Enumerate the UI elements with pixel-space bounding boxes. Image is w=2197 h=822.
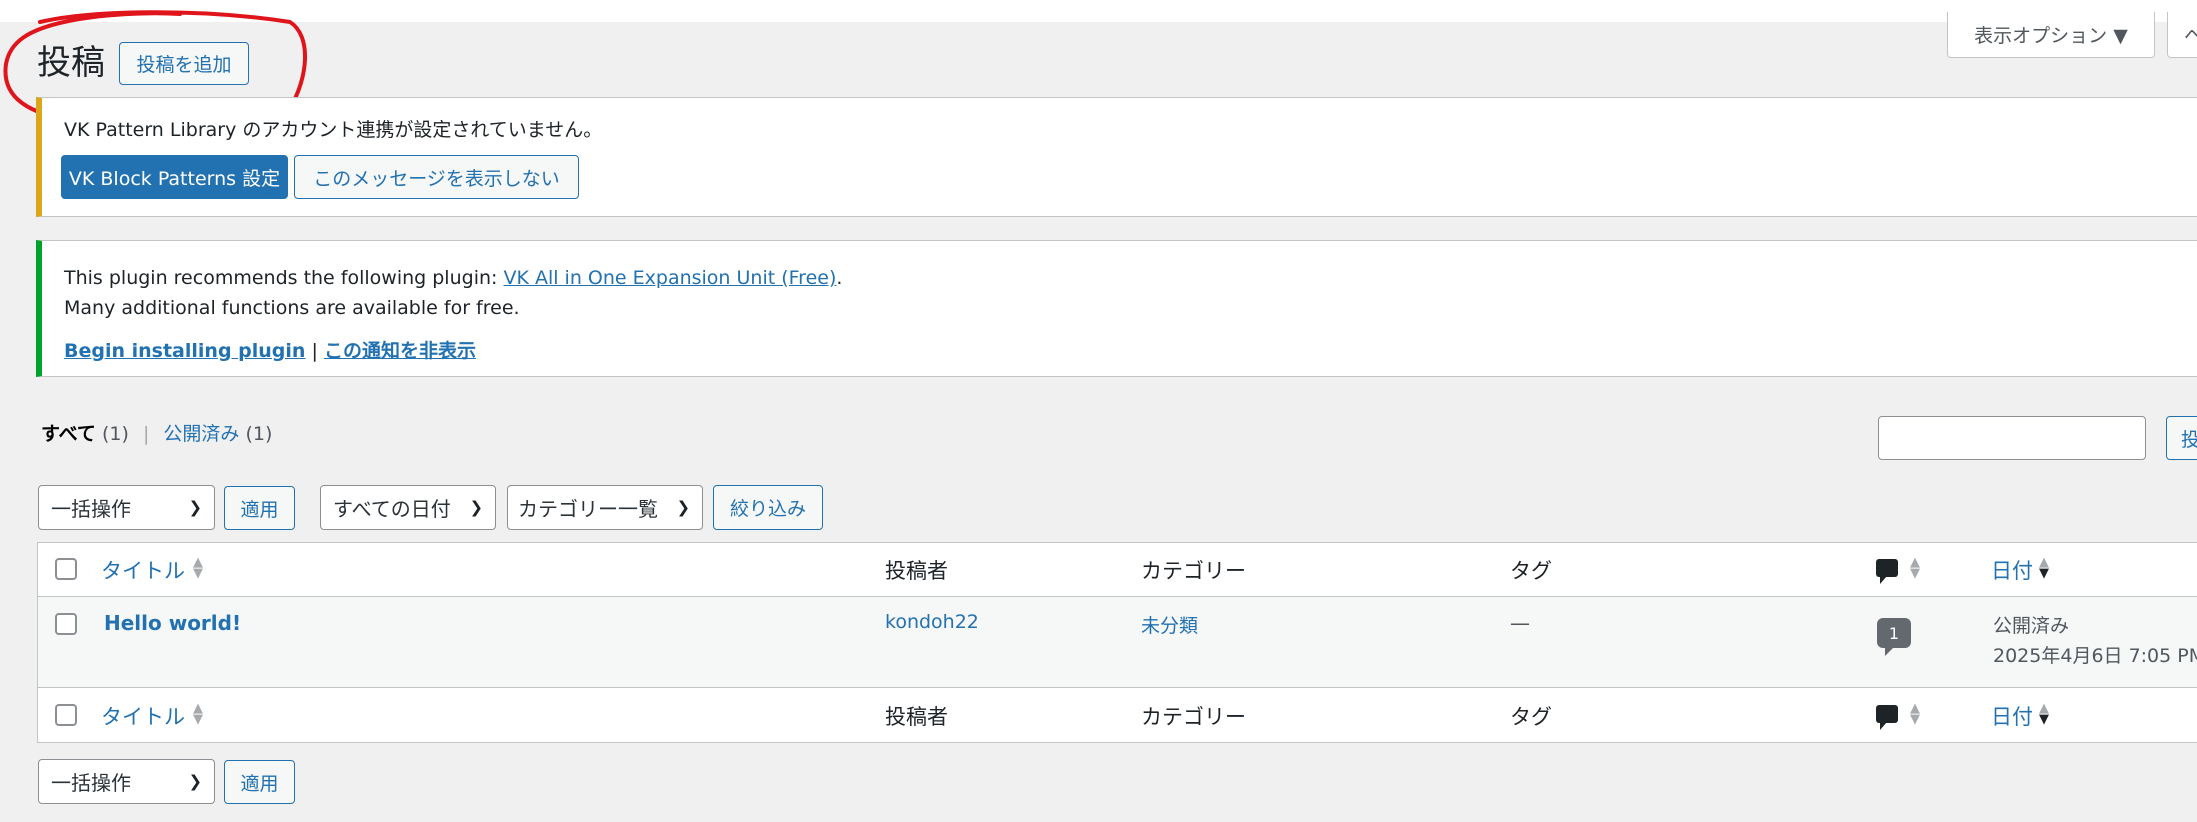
post-title-link[interactable]: Hello world!: [104, 611, 241, 635]
help-button[interactable]: ヘ: [2167, 12, 2197, 58]
chevron-down-icon: ❯: [469, 497, 483, 517]
hide-notice-link[interactable]: この通知を非表示: [324, 340, 476, 362]
chevron-down-icon: ❯: [676, 497, 690, 517]
column-categories-footer: カテゴリー: [1141, 705, 1246, 729]
begin-installing-plugin-link[interactable]: Begin installing plugin: [64, 340, 305, 362]
search-input[interactable]: [1878, 416, 2146, 460]
notice-actions: Begin installing plugin | この通知を非表示: [64, 336, 476, 363]
screen-options-button[interactable]: 表示オプション ▼: [1947, 12, 2155, 58]
view-published-count: (1): [245, 423, 273, 445]
view-all-link[interactable]: すべて: [41, 423, 96, 445]
top-bar: [0, 0, 2197, 22]
select-all-checkbox[interactable]: [55, 558, 77, 580]
sort-icon: ▲ ▼: [2039, 701, 2049, 727]
column-author-footer: 投稿者: [885, 705, 948, 729]
row-checkbox[interactable]: [55, 613, 77, 635]
search-submit-button[interactable]: 投: [2166, 416, 2197, 460]
dismiss-message-button[interactable]: このメッセージを表示しない: [294, 155, 579, 199]
bulk-action-value: 一括操作: [51, 497, 131, 521]
date-filter-value: すべての日付: [333, 497, 451, 521]
plugin-recommendation-notice: This plugin recommends the following plu…: [36, 240, 2197, 377]
comment-icon[interactable]: [1876, 705, 1898, 730]
category-filter-value: カテゴリー一覧: [518, 497, 658, 521]
plugin-link[interactable]: VK All in One Expansion Unit (Free): [503, 267, 836, 289]
notice-line-2: Many additional functions are available …: [64, 297, 520, 319]
sort-icon: ▲ ▼: [193, 701, 203, 727]
apply-bulk-action-button[interactable]: 適用: [224, 486, 295, 530]
bulk-action-select[interactable]: 一括操作 ❯: [38, 485, 215, 530]
pattern-library-notice: VK Pattern Library のアカウント連携が設定されていません。 V…: [36, 97, 2197, 217]
view-all-count: (1): [101, 423, 129, 445]
view-published-link[interactable]: 公開済み: [163, 423, 239, 445]
sort-icon: ▲ ▼: [1910, 701, 1920, 727]
column-date-sort[interactable]: 日付: [1991, 555, 2033, 585]
column-title-sort-footer[interactable]: タイトル: [101, 701, 185, 731]
header-divider: [37, 596, 2197, 597]
select-all-checkbox-footer[interactable]: [55, 704, 77, 726]
table-row: [38, 597, 2197, 687]
post-category-link[interactable]: 未分類: [1141, 611, 1198, 638]
filter-button[interactable]: 絞り込み: [713, 485, 823, 530]
date-filter-select[interactable]: すべての日付 ❯: [320, 485, 496, 530]
apply-bulk-action-button-bottom[interactable]: 適用: [224, 760, 295, 804]
notice-action-separator: |: [311, 340, 318, 362]
chevron-down-icon: ❯: [188, 497, 202, 517]
chevron-down-icon: ❯: [188, 771, 202, 791]
notice-line-1: This plugin recommends the following plu…: [64, 267, 842, 289]
sort-icon: ▲ ▼: [193, 555, 203, 581]
column-author: 投稿者: [885, 559, 948, 583]
notice-line-1-suffix: .: [836, 267, 843, 289]
column-categories: カテゴリー: [1141, 559, 1246, 583]
column-title-sort[interactable]: タイトル: [101, 555, 185, 585]
post-status: 公開済み: [1993, 615, 2070, 637]
vk-block-patterns-settings-button[interactable]: VK Block Patterns 設定: [61, 155, 288, 199]
bulk-action-select-bottom[interactable]: 一括操作 ❯: [38, 759, 215, 804]
column-date-sort-footer[interactable]: 日付: [1991, 701, 2033, 731]
category-filter-select[interactable]: カテゴリー一覧 ❯: [507, 485, 703, 530]
post-author-link[interactable]: kondoh22: [885, 611, 979, 633]
sort-icon: ▲ ▼: [2039, 555, 2049, 581]
views-separator: |: [142, 423, 150, 445]
footer-divider: [37, 687, 2197, 688]
bulk-action-value-bottom: 一括操作: [51, 771, 131, 795]
post-tags: —: [1510, 611, 1530, 635]
column-tags: タグ: [1510, 559, 1552, 583]
comment-count-badge[interactable]: 1: [1877, 618, 1911, 656]
notice-message: VK Pattern Library のアカウント連携が設定されていません。: [64, 119, 603, 141]
column-tags-footer: タグ: [1510, 705, 1552, 729]
post-status-views: すべて (1) | 公開済み (1): [41, 419, 272, 446]
comment-icon[interactable]: [1876, 559, 1898, 584]
post-date: 2025年4月6日 7:05 PM: [1993, 645, 2197, 667]
sort-icon: ▲ ▼: [1910, 555, 1920, 581]
notice-line-1-prefix: This plugin recommends the following plu…: [64, 267, 504, 289]
